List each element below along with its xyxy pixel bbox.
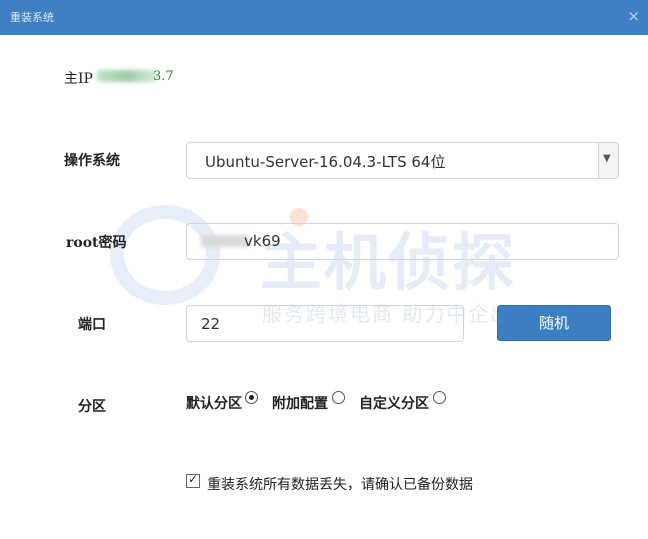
close-icon[interactable]: ×	[627, 7, 640, 25]
partition-option-extra-label: 附加配置	[272, 396, 328, 412]
dialog-title: 重装系统	[10, 11, 54, 24]
check-icon: ✓	[188, 472, 199, 486]
main-ip-redacted	[97, 70, 157, 82]
os-selected-value: Ubuntu-Server-16.04.3-LTS 64位	[205, 153, 446, 171]
partition-option-custom-radio[interactable]	[433, 391, 446, 404]
password-input[interactable]: vk69	[186, 223, 619, 260]
port-value: 22	[201, 315, 221, 333]
chevron-down-icon: ▼	[603, 153, 611, 164]
partition-option-default-radio[interactable]	[245, 391, 258, 404]
os-label: 操作系统	[64, 153, 120, 169]
random-port-button[interactable]: 随机	[497, 305, 611, 341]
password-label: root密码	[66, 235, 127, 251]
confirm-text: 重装系统所有数据丢失，请确认已备份数据	[207, 477, 473, 493]
password-redacted	[201, 235, 249, 247]
password-value: vk69	[244, 232, 281, 250]
partition-option-extra-radio[interactable]	[332, 391, 345, 404]
dialog-titlebar: 重装系统 ×	[0, 0, 648, 35]
select-arrow[interactable]: ▼	[598, 143, 618, 178]
port-input[interactable]: 22	[186, 305, 464, 342]
main-ip-value: 3.7	[153, 69, 174, 84]
partition-label: 分区	[78, 399, 106, 415]
confirm-checkbox[interactable]: ✓	[186, 472, 200, 488]
os-select[interactable]: Ubuntu-Server-16.04.3-LTS 64位 ▼	[186, 142, 619, 179]
partition-option-default-label: 默认分区	[186, 396, 242, 412]
main-ip-label: 主IP	[64, 71, 93, 87]
partition-option-custom-label: 自定义分区	[359, 396, 429, 412]
port-label: 端口	[78, 317, 106, 333]
